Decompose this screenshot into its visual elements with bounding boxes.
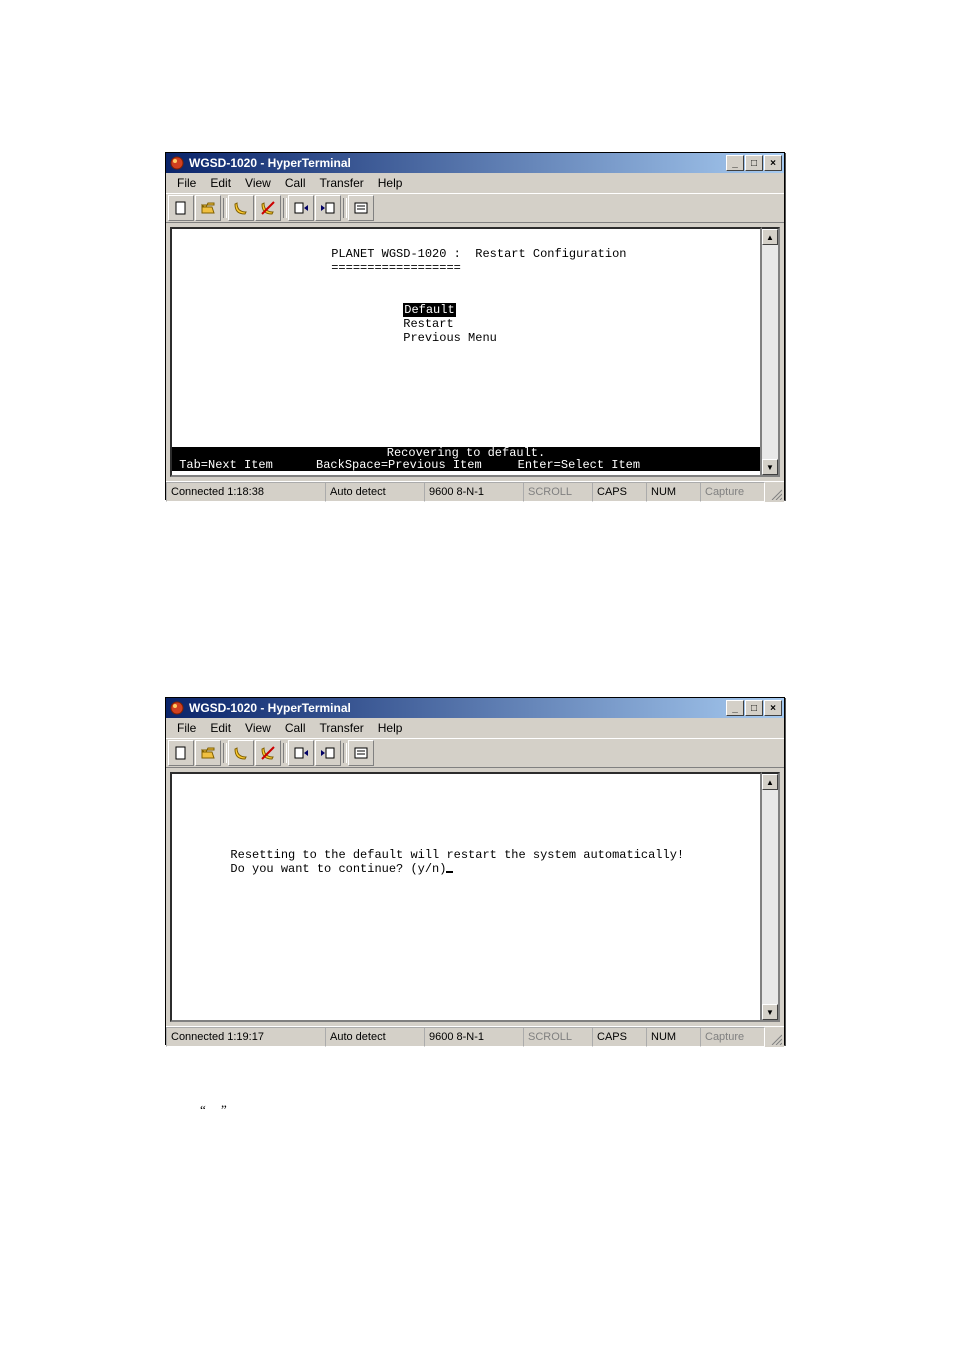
- status-detect: Auto detect: [325, 1027, 425, 1047]
- scroll-down-button[interactable]: ▼: [762, 459, 778, 475]
- menu-transfer[interactable]: Transfer: [313, 174, 371, 192]
- menu-view[interactable]: View: [238, 719, 278, 737]
- status-scroll: SCROLL: [523, 1027, 593, 1047]
- close-icon: ×: [770, 703, 776, 714]
- scroll-down-button[interactable]: ▼: [762, 1004, 778, 1020]
- vertical-scrollbar[interactable]: ▲ ▼: [762, 227, 780, 477]
- menubar: File Edit View Call Transfer Help: [166, 173, 784, 193]
- page-quote-marks: “ ”: [200, 1102, 233, 1118]
- terminal-footer-nav: Tab=Next Item BackSpace=Previous Item En…: [172, 459, 760, 471]
- toolbar-new-button[interactable]: [168, 740, 194, 766]
- titlebar[interactable]: WGSD-1020 - HyperTerminal _ □ ×: [166, 153, 784, 173]
- menu-help[interactable]: Help: [371, 719, 410, 737]
- close-button[interactable]: ×: [764, 155, 782, 171]
- menu-item-default[interactable]: Default: [403, 303, 455, 317]
- text-cursor: [446, 871, 453, 873]
- terminal-output[interactable]: PLANET WGSD-1020 : Restart Configuration…: [170, 227, 762, 477]
- client-area: Resetting to the default will restart th…: [166, 768, 784, 1026]
- status-num: NUM: [646, 1027, 701, 1047]
- hyperterminal-window-2: WGSD-1020 - HyperTerminal _ □ × File Edi…: [165, 697, 785, 1045]
- maximize-button[interactable]: □: [745, 700, 763, 716]
- terminal-header-underline: ==================: [331, 261, 461, 275]
- status-connected: Connected 1:19:17: [166, 1027, 326, 1047]
- menu-call[interactable]: Call: [278, 174, 313, 192]
- toolbar-send-button[interactable]: [288, 740, 314, 766]
- toolbar-disconnect-button[interactable]: [255, 195, 281, 221]
- minimize-button[interactable]: _: [726, 700, 744, 716]
- menu-call[interactable]: Call: [278, 719, 313, 737]
- toolbar-open-button[interactable]: [195, 740, 221, 766]
- titlebar[interactable]: WGSD-1020 - HyperTerminal _ □ ×: [166, 698, 784, 718]
- status-caps: CAPS: [592, 482, 647, 502]
- status-settings: 9600 8-N-1: [424, 482, 524, 502]
- close-button[interactable]: ×: [764, 700, 782, 716]
- minimize-button[interactable]: _: [726, 155, 744, 171]
- scroll-up-button[interactable]: ▲: [762, 774, 778, 790]
- resize-grip[interactable]: [764, 482, 784, 502]
- menubar: File Edit View Call Transfer Help: [166, 718, 784, 738]
- status-capture: Capture: [700, 482, 765, 502]
- app-icon: [169, 155, 185, 171]
- status-scroll: SCROLL: [523, 482, 593, 502]
- window-title: WGSD-1020 - HyperTerminal: [189, 156, 726, 170]
- app-icon: [169, 700, 185, 716]
- client-area: PLANET WGSD-1020 : Restart Configuration…: [166, 223, 784, 481]
- menu-help[interactable]: Help: [371, 174, 410, 192]
- status-connected: Connected 1:18:38: [166, 482, 326, 502]
- toolbar: [166, 193, 784, 223]
- scroll-track[interactable]: [762, 790, 778, 1004]
- status-settings: 9600 8-N-1: [424, 1027, 524, 1047]
- menu-edit[interactable]: Edit: [203, 719, 238, 737]
- status-detect: Auto detect: [325, 482, 425, 502]
- statusbar: Connected 1:18:38 Auto detect 9600 8-N-1…: [166, 481, 784, 502]
- toolbar-properties-button[interactable]: [348, 195, 374, 221]
- menu-transfer[interactable]: Transfer: [313, 719, 371, 737]
- menu-edit[interactable]: Edit: [203, 174, 238, 192]
- vertical-scrollbar[interactable]: ▲ ▼: [762, 772, 780, 1022]
- status-capture: Capture: [700, 1027, 765, 1047]
- toolbar-send-button[interactable]: [288, 195, 314, 221]
- footer-nav-text: Tab=Next Item BackSpace=Previous Item En…: [179, 458, 640, 472]
- resize-grip[interactable]: [764, 1027, 784, 1047]
- status-num: NUM: [646, 482, 701, 502]
- toolbar-open-button[interactable]: [195, 195, 221, 221]
- chevron-down-icon: ▼: [766, 463, 774, 472]
- menu-item-previous[interactable]: Previous Menu: [403, 331, 497, 345]
- menu-item-restart[interactable]: Restart: [403, 317, 453, 331]
- statusbar: Connected 1:19:17 Auto detect 9600 8-N-1…: [166, 1026, 784, 1047]
- minimize-icon: _: [732, 703, 738, 714]
- menu-view[interactable]: View: [238, 174, 278, 192]
- scroll-track[interactable]: [762, 245, 778, 459]
- terminal-body-line2: Do you want to continue? (y/n): [230, 862, 446, 876]
- status-caps: CAPS: [592, 1027, 647, 1047]
- toolbar: [166, 738, 784, 768]
- scroll-up-button[interactable]: ▲: [762, 229, 778, 245]
- minimize-icon: _: [732, 158, 738, 169]
- menu-file[interactable]: File: [170, 719, 203, 737]
- terminal-output[interactable]: Resetting to the default will restart th…: [170, 772, 762, 1022]
- terminal-body-line1: Resetting to the default will restart th…: [230, 848, 684, 862]
- chevron-up-icon: ▲: [766, 778, 774, 787]
- close-icon: ×: [770, 158, 776, 169]
- maximize-icon: □: [751, 158, 757, 169]
- chevron-down-icon: ▼: [766, 1008, 774, 1017]
- toolbar-receive-button[interactable]: [315, 195, 341, 221]
- window-title: WGSD-1020 - HyperTerminal: [189, 701, 726, 715]
- toolbar-call-button[interactable]: [228, 740, 254, 766]
- terminal-header-left: PLANET WGSD-1020 :: [331, 247, 461, 261]
- menu-file[interactable]: File: [170, 174, 203, 192]
- toolbar-receive-button[interactable]: [315, 740, 341, 766]
- terminal-header-right: Restart Configuration: [461, 247, 627, 261]
- maximize-icon: □: [751, 703, 757, 714]
- toolbar-properties-button[interactable]: [348, 740, 374, 766]
- maximize-button[interactable]: □: [745, 155, 763, 171]
- hyperterminal-window-1: WGSD-1020 - HyperTerminal _ □ × File Edi…: [165, 152, 785, 500]
- toolbar-disconnect-button[interactable]: [255, 740, 281, 766]
- toolbar-new-button[interactable]: [168, 195, 194, 221]
- toolbar-call-button[interactable]: [228, 195, 254, 221]
- chevron-up-icon: ▲: [766, 233, 774, 242]
